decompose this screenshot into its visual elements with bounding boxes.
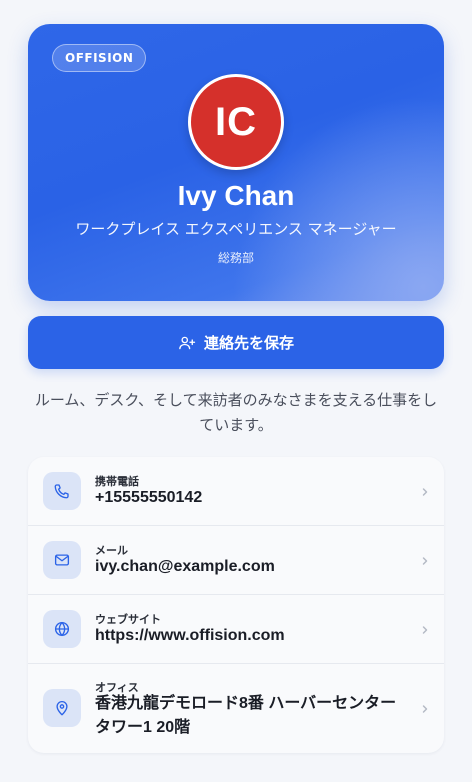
contact-value: 香港九龍デモロード8番 ハーバーセンター タワー1 20階 bbox=[95, 695, 397, 736]
globe-icon bbox=[54, 621, 70, 637]
contact-value: https://www.offision.com bbox=[95, 627, 285, 644]
add-user-icon bbox=[179, 336, 196, 349]
contact-row-phone[interactable]: 携帯電話 +15555550142 bbox=[28, 457, 444, 526]
avatar: IC bbox=[188, 74, 284, 170]
profile-department: 総務部 bbox=[217, 251, 254, 265]
contact-value: ivy.chan@example.com bbox=[95, 558, 275, 575]
phone-icon-box bbox=[43, 472, 81, 510]
mail-icon bbox=[54, 554, 70, 566]
contact-value: +15555550142 bbox=[95, 489, 203, 506]
chevron-right-icon bbox=[422, 626, 428, 634]
location-pin-icon-box bbox=[43, 689, 81, 727]
profile-name: Ivy Chan bbox=[177, 180, 295, 211]
bio-text: ルーム、デスク、そして来訪者のみなさまを支える仕事をしています。 bbox=[34, 391, 438, 434]
save-contact-label: 連絡先を保存 bbox=[203, 334, 294, 352]
brand-badge: OFFISION bbox=[52, 44, 147, 72]
save-contact-button[interactable]: 連絡先を保存 bbox=[28, 316, 444, 369]
location-pin-icon bbox=[56, 701, 68, 716]
contact-row-email[interactable]: メール ivy.chan@example.com bbox=[28, 526, 444, 595]
contact-row-office[interactable]: オフィス 香港九龍デモロード8番 ハーバーセンター タワー1 20階 bbox=[28, 664, 444, 753]
mail-icon-box bbox=[43, 541, 81, 579]
contact-list: 携帯電話 +15555550142 メール ivy.chan@example.c… bbox=[28, 457, 444, 753]
contact-row-website[interactable]: ウェブサイト https://www.offision.com bbox=[28, 595, 444, 664]
phone-icon bbox=[54, 484, 69, 499]
profile-title: ワークプレイス エクスペリエンス マネージャー bbox=[75, 220, 397, 238]
globe-icon-box bbox=[43, 610, 81, 648]
profile-card: OFFISION IC Ivy Chan ワークプレイス エクスペリエンス マネ… bbox=[28, 24, 444, 301]
chevron-right-icon bbox=[422, 557, 428, 565]
chevron-right-icon bbox=[422, 488, 428, 496]
chevron-right-icon bbox=[422, 705, 428, 713]
